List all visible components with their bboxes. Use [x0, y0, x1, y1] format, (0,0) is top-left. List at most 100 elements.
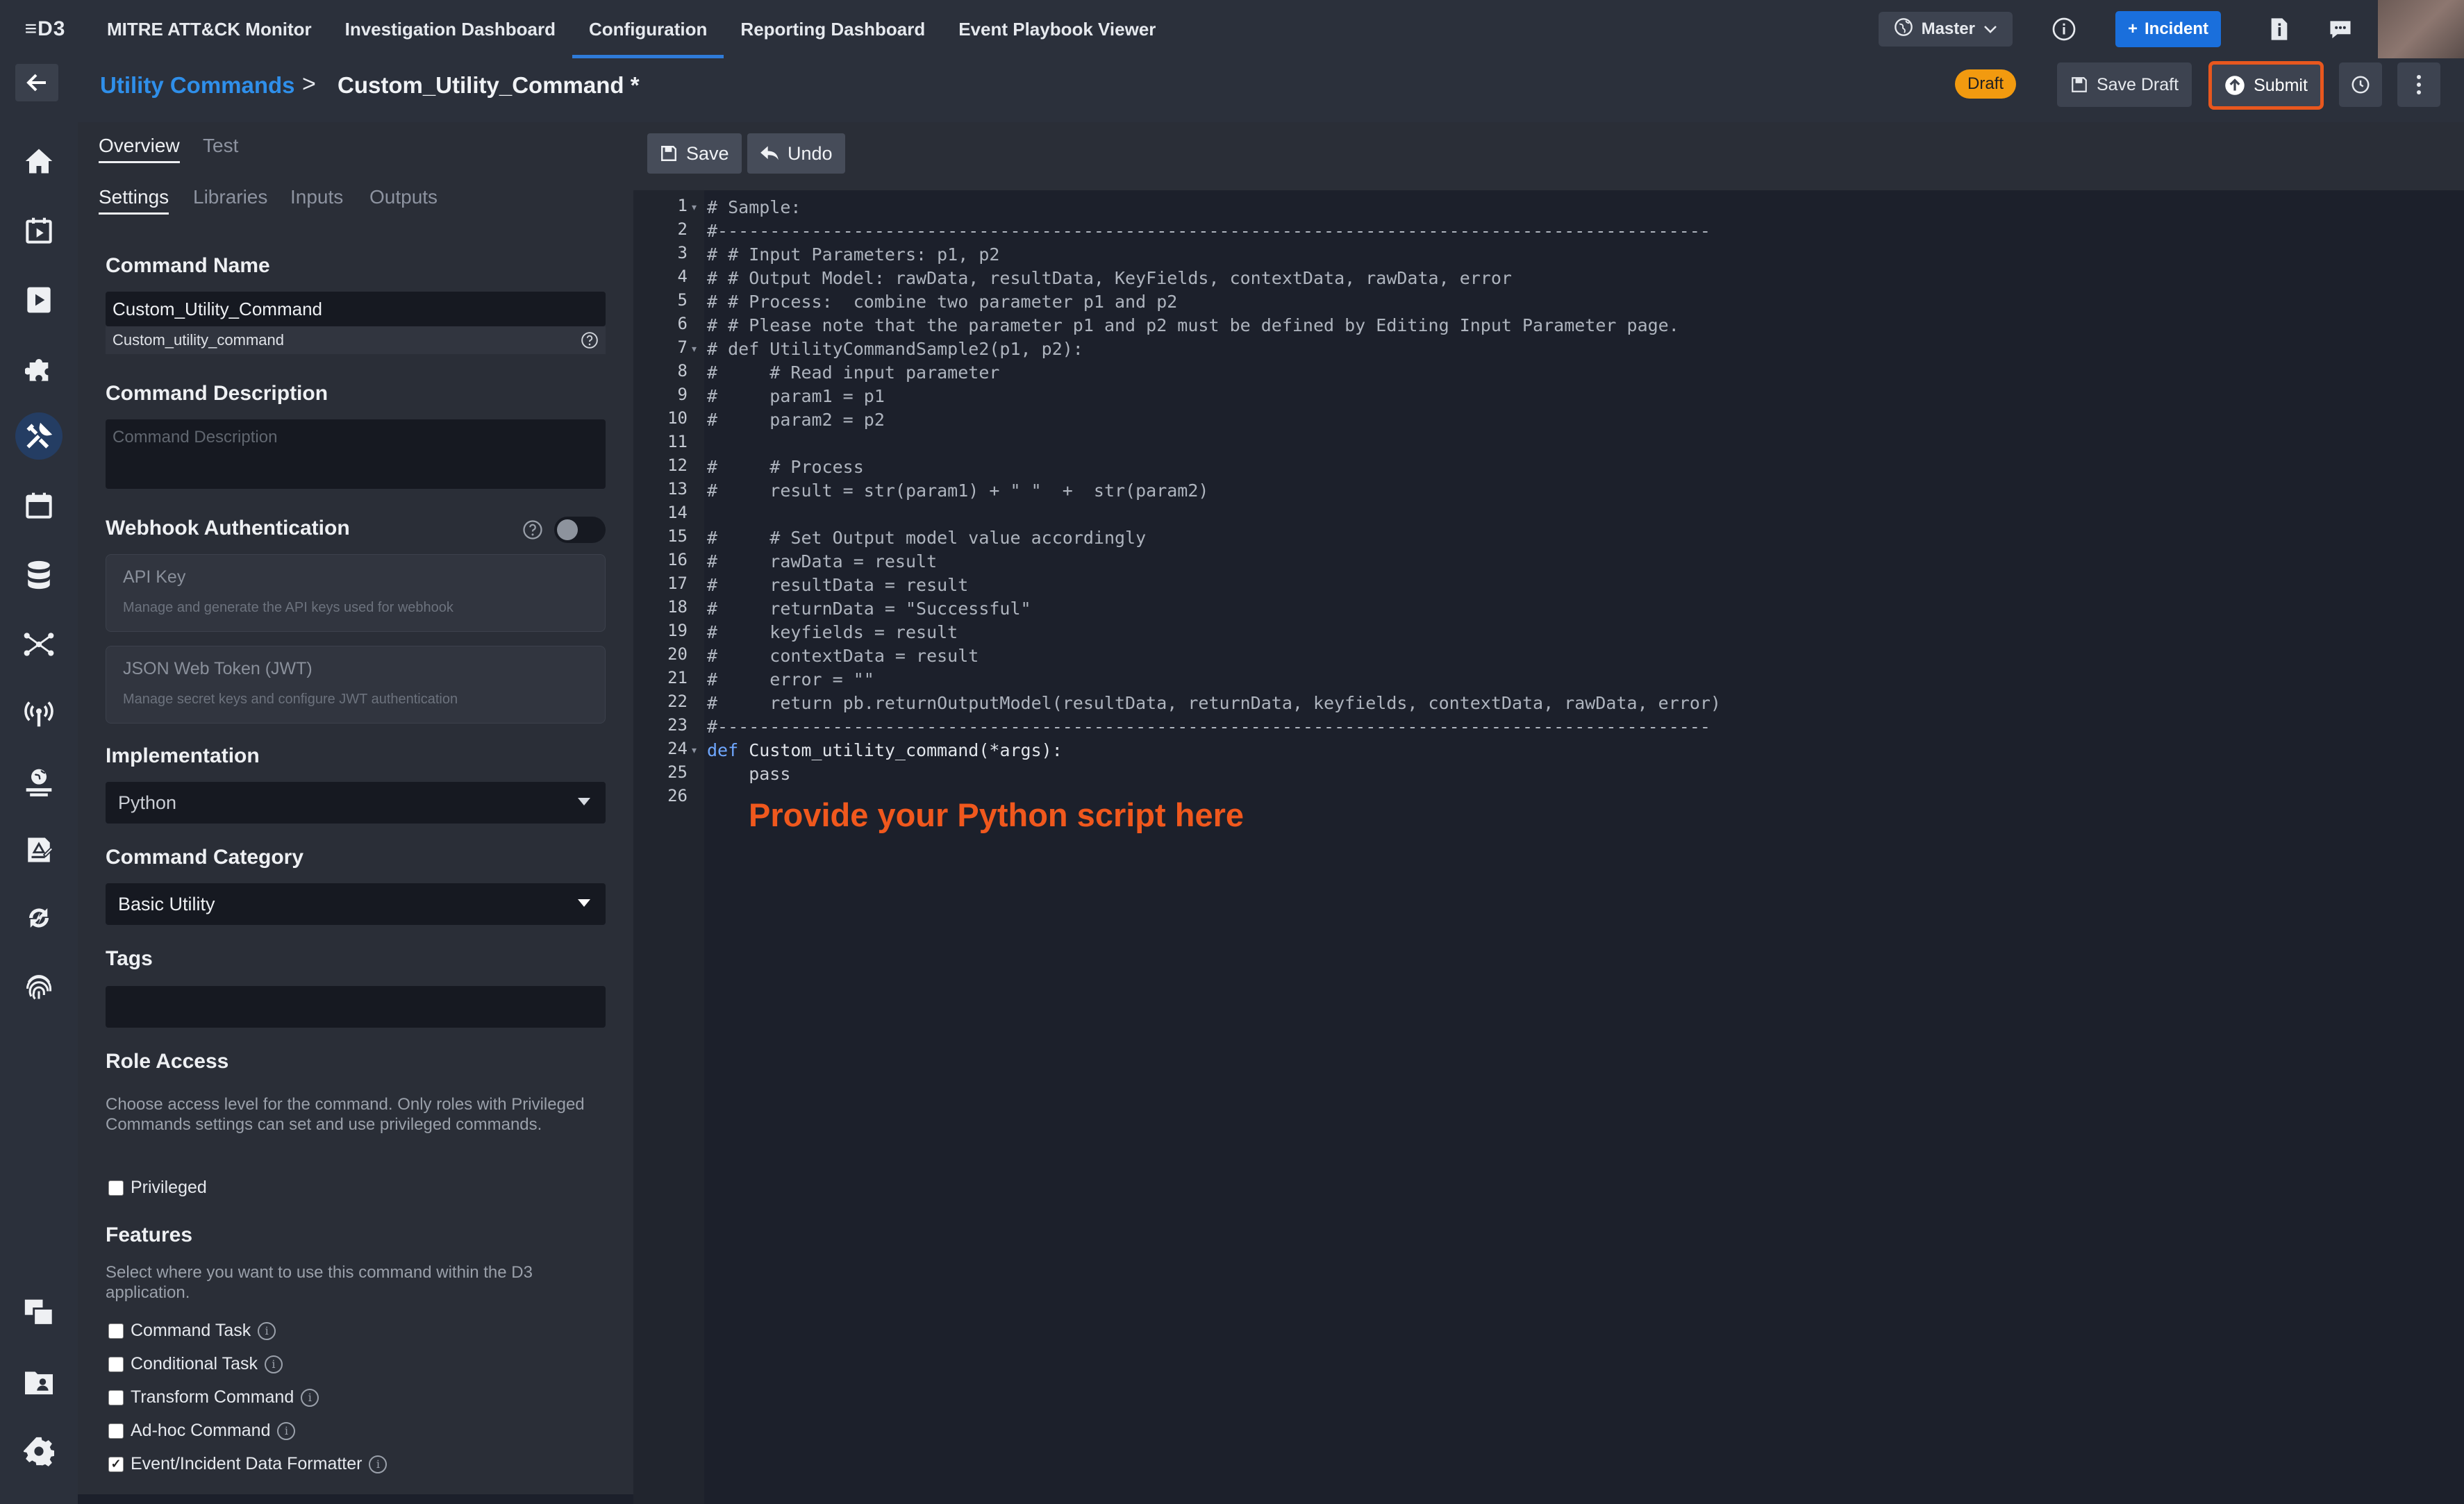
undo-icon: [760, 146, 779, 160]
draft-status-badge: Draft: [1955, 69, 2017, 99]
puzzle-icon[interactable]: [15, 346, 63, 393]
user-avatar[interactable]: [2378, 0, 2464, 58]
document-info-icon[interactable]: [2264, 14, 2295, 44]
submit-button[interactable]: Submit: [2208, 61, 2324, 110]
more-options-button[interactable]: [2397, 62, 2440, 107]
sync-icon[interactable]: [15, 894, 63, 942]
user-globe-icon[interactable]: [15, 758, 63, 805]
report-icon[interactable]: [15, 826, 63, 874]
info-icon[interactable]: i: [369, 1455, 388, 1473]
master-site-selector[interactable]: Master: [1878, 12, 2013, 47]
api-key-title: API Key: [123, 567, 186, 587]
command-name-input[interactable]: Custom_Utility_Command: [106, 292, 606, 326]
feature-command-task[interactable]: Command Task i: [108, 1321, 276, 1341]
code-line: # # Process: [707, 457, 864, 477]
tab-investigation-dashboard[interactable]: Investigation Dashboard: [328, 0, 572, 58]
subtab-libraries[interactable]: Libraries: [193, 186, 267, 208]
line-number: 15: [667, 526, 688, 546]
info-icon[interactable]: i: [301, 1388, 319, 1407]
fingerprint-icon[interactable]: [15, 964, 63, 1011]
line-number: 5: [677, 290, 688, 310]
d3-logo[interactable]: ≡D3: [0, 0, 90, 58]
adhoc-command-checkbox[interactable]: [108, 1423, 124, 1439]
globe-icon: [1894, 17, 1913, 42]
subtab-outputs[interactable]: Outputs: [369, 186, 438, 208]
editor-toolbar: Save Undo: [633, 122, 2464, 190]
calendar-icon[interactable]: [15, 482, 63, 529]
save-button[interactable]: Save: [647, 133, 742, 174]
database-icon[interactable]: [15, 551, 63, 599]
incident-label: Incident: [2144, 19, 2208, 38]
play-icon[interactable]: [15, 276, 63, 324]
code-editor[interactable]: # Sample: #------------------------------…: [704, 190, 2464, 1504]
calendar-play-icon[interactable]: [15, 207, 63, 254]
privileged-checkbox-row[interactable]: Privileged: [108, 1178, 207, 1198]
home-icon[interactable]: [15, 137, 63, 185]
fold-toggle-icon[interactable]: ▾: [692, 201, 697, 213]
webhook-help-icon[interactable]: [522, 519, 543, 544]
gear-icon[interactable]: [15, 1428, 63, 1475]
info-icon[interactable]: i: [264, 1355, 283, 1373]
command-description-input[interactable]: Command Description: [106, 419, 606, 489]
info-icon[interactable]: i: [277, 1421, 296, 1440]
undo-button[interactable]: Undo: [747, 133, 845, 174]
command-category-select[interactable]: Basic Utility: [106, 883, 606, 925]
tools-icon[interactable]: [15, 412, 63, 460]
fold-toggle-icon[interactable]: ▾: [692, 744, 697, 756]
help-icon[interactable]: [581, 331, 599, 353]
floppy-icon: [2072, 77, 2087, 92]
chat-icon[interactable]: [2325, 14, 2356, 44]
api-key-card[interactable]: API Key Manage and generate the API keys…: [106, 554, 606, 632]
conditional-task-checkbox[interactable]: [108, 1356, 124, 1372]
feature-adhoc-command[interactable]: Ad-hoc Command i: [108, 1421, 296, 1441]
tags-input[interactable]: [106, 986, 606, 1028]
feature-data-formatter[interactable]: ✓ Event/Incident Data Formatter i: [108, 1454, 388, 1474]
tab-reporting-dashboard[interactable]: Reporting Dashboard: [724, 0, 942, 58]
save-draft-button[interactable]: Save Draft: [2057, 62, 2192, 107]
info-icon[interactable]: i: [258, 1321, 276, 1340]
code-line: # returnData = "Successful": [707, 599, 1031, 619]
network-icon[interactable]: [15, 621, 63, 668]
floppy-icon: [661, 146, 676, 161]
code-line: # # Please note that the parameter p1 an…: [707, 315, 1679, 335]
code-line: # def UtilityCommandSample2(p1, p2):: [707, 339, 1083, 359]
webhook-auth-label: Webhook Authentication: [106, 517, 350, 540]
tab-configuration[interactable]: Configuration: [572, 0, 724, 58]
copy-icon[interactable]: [15, 1289, 63, 1336]
code-line: # result = str(param1) + " " + str(param…: [707, 481, 1209, 501]
tab-mitre-attack-monitor[interactable]: MITRE ATT&CK Monitor: [90, 0, 328, 58]
api-key-subtitle: Manage and generate the API keys used fo…: [123, 600, 453, 615]
back-button[interactable]: [15, 64, 58, 101]
version-history-button[interactable]: [2339, 62, 2382, 107]
undo-label: Undo: [788, 142, 833, 164]
feature-transform-command[interactable]: Transform Command i: [108, 1387, 319, 1407]
transform-command-checkbox[interactable]: [108, 1389, 124, 1405]
command-settings-panel: Overview Test Settings Libraries Inputs …: [78, 122, 633, 1494]
implementation-select[interactable]: Python: [106, 782, 606, 824]
tab-overview[interactable]: Overview: [99, 135, 180, 163]
command-task-checkbox[interactable]: [108, 1323, 124, 1339]
breadcrumb-utility-commands[interactable]: Utility Commands: [100, 72, 295, 99]
tab-event-playbook-viewer[interactable]: Event Playbook Viewer: [942, 0, 1172, 58]
privileged-checkbox[interactable]: [108, 1180, 124, 1196]
line-number: 7: [677, 337, 688, 357]
new-incident-button[interactable]: + Incident: [2115, 11, 2221, 47]
folder-user-icon[interactable]: [15, 1358, 63, 1405]
fold-toggle-icon[interactable]: ▾: [692, 343, 697, 355]
master-label: Master: [1921, 19, 1975, 38]
jwt-card[interactable]: JSON Web Token (JWT) Manage secret keys …: [106, 646, 606, 724]
feature-label: Transform Command: [131, 1387, 294, 1407]
feature-conditional-task[interactable]: Conditional Task i: [108, 1354, 283, 1374]
line-number: 17: [667, 574, 688, 593]
data-formatter-checkbox[interactable]: ✓: [108, 1456, 124, 1472]
info-icon[interactable]: [2049, 14, 2079, 44]
webhook-toggle[interactable]: [554, 517, 606, 543]
history-icon: [2351, 76, 2370, 94]
tab-test[interactable]: Test: [203, 135, 238, 157]
line-number: 10: [667, 408, 688, 428]
subtab-inputs[interactable]: Inputs: [290, 186, 343, 208]
antenna-icon[interactable]: [15, 690, 63, 737]
features-label: Features: [106, 1223, 193, 1246]
subtab-settings[interactable]: Settings: [99, 186, 169, 215]
code-line: pass: [707, 764, 791, 784]
